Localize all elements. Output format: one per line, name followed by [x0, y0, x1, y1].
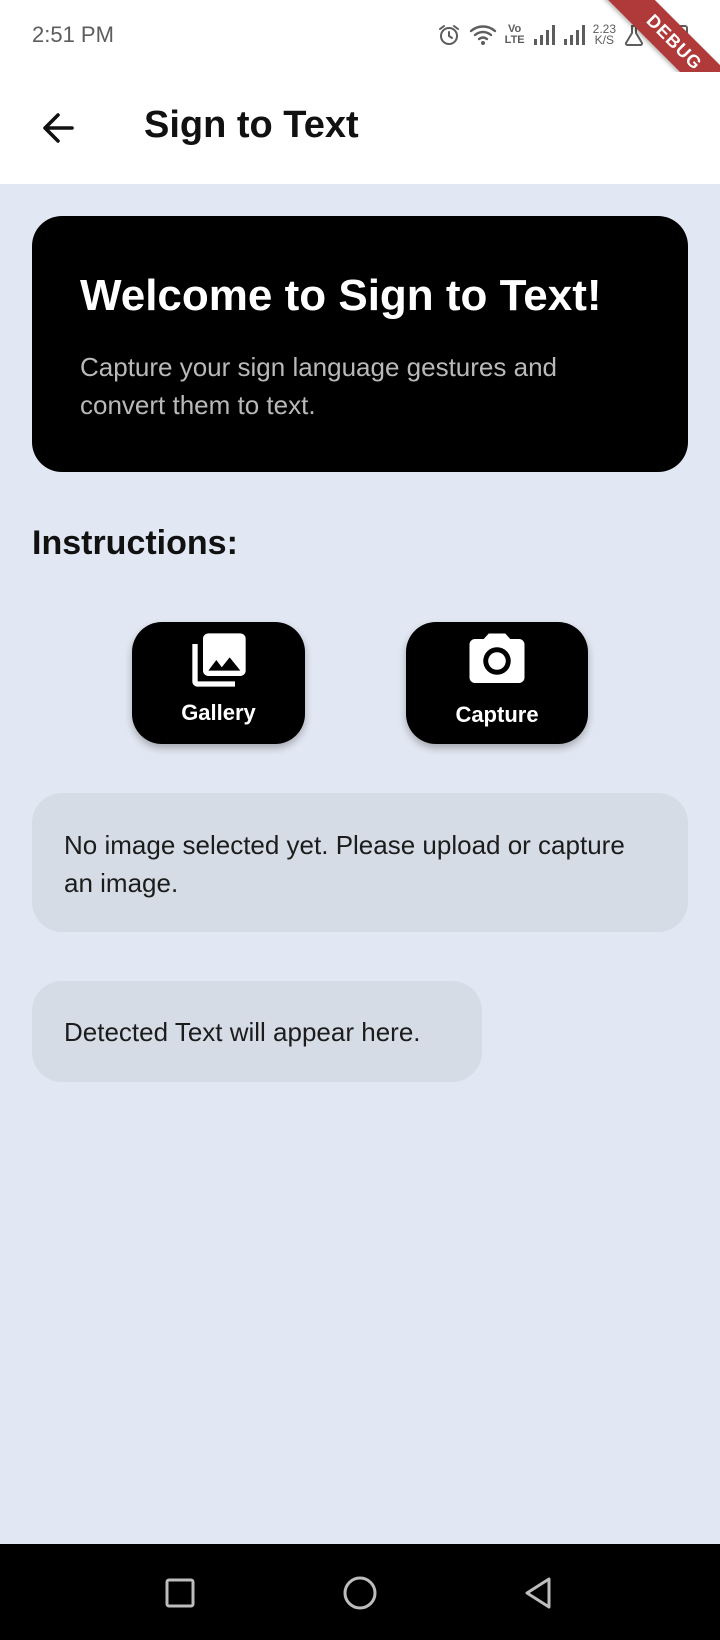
system-nav-bar	[0, 1544, 720, 1640]
gallery-label: Gallery	[181, 700, 256, 725]
signal-icon	[563, 25, 585, 45]
image-status-box: No image selected yet. Please upload or …	[32, 793, 688, 932]
nav-home-button[interactable]	[335, 1568, 385, 1618]
wifi-icon	[469, 25, 496, 45]
home-icon	[343, 1576, 377, 1610]
signal-icon	[533, 25, 555, 45]
detected-text: Detected Text will appear here.	[64, 1017, 421, 1047]
network-speed-unit: K/S	[594, 33, 614, 47]
back-icon	[525, 1577, 551, 1609]
welcome-subtitle: Capture your sign language gestures and …	[80, 352, 557, 421]
nav-back-button[interactable]	[513, 1568, 563, 1618]
battery-icon	[652, 25, 688, 45]
photo-library-icon	[191, 633, 246, 687]
status-bar: 2:51 PM Vo LTE 2.23 K/S	[0, 0, 720, 72]
image-status-text: No image selected yet. Please upload or …	[64, 830, 625, 898]
page-title: Sign to Text	[144, 104, 359, 146]
detected-text-box: Detected Text will appear here.	[32, 981, 482, 1082]
volte-bottom: LTE	[504, 34, 525, 46]
capture-button[interactable]: Capture	[406, 622, 588, 744]
volte-icon: Vo LTE	[505, 24, 525, 46]
welcome-title: Welcome to Sign to Text!	[80, 271, 602, 320]
arrow-left-icon	[43, 113, 74, 143]
status-icons: Vo LTE 2.23 K/S	[437, 20, 688, 50]
welcome-card: Welcome to Sign to Text! Capture your si…	[32, 216, 688, 472]
network-speed: 2.23 K/S	[593, 23, 616, 47]
alarm-icon	[438, 25, 459, 45]
gallery-button[interactable]: Gallery	[132, 622, 305, 744]
capture-label: Capture	[455, 702, 539, 727]
nav-recents-button[interactable]	[155, 1568, 205, 1618]
instructions-heading: Instructions:	[32, 524, 238, 562]
recents-icon	[165, 1578, 195, 1608]
flask-icon	[624, 25, 644, 46]
app-bar: Sign to Text	[0, 72, 720, 184]
back-button[interactable]	[28, 98, 88, 158]
status-time: 2:51 PM	[32, 22, 114, 47]
camera-icon	[469, 633, 525, 683]
